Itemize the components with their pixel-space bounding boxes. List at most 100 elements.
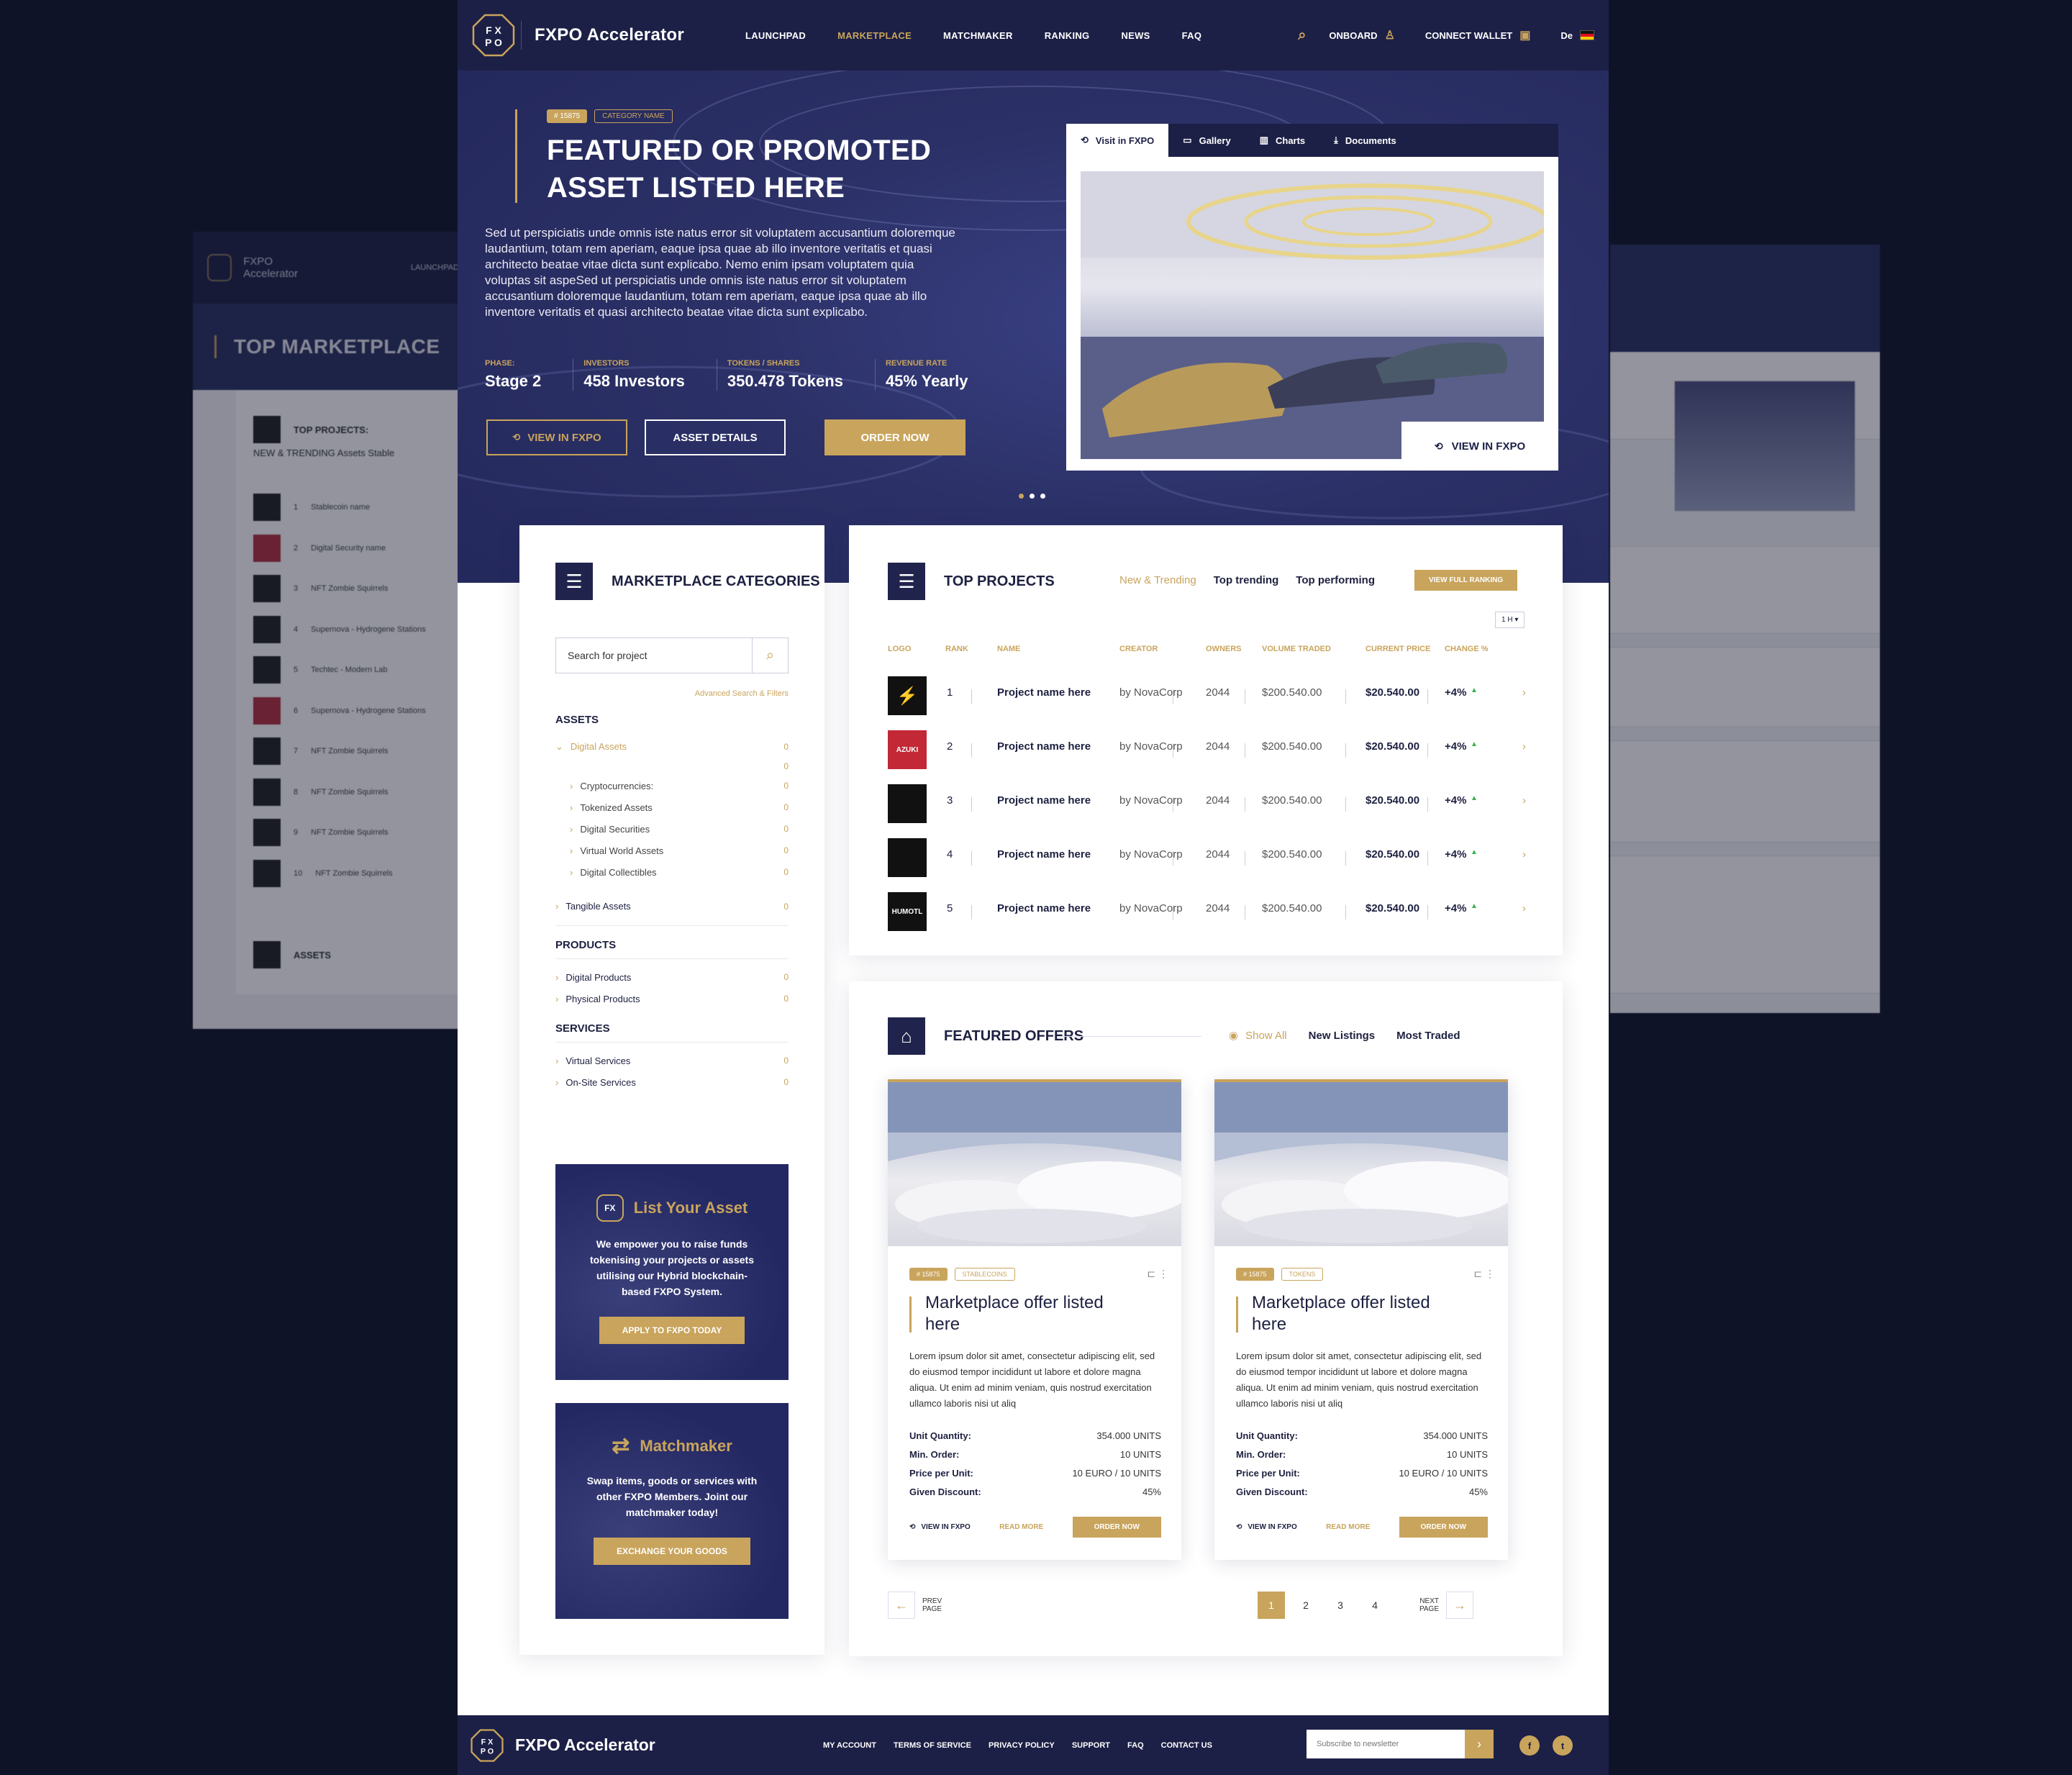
media-tab[interactable]: ▭ Gallery (1168, 124, 1245, 157)
footer-link[interactable]: TERMS OF SERVICE (894, 1741, 971, 1750)
footer-link[interactable]: CONTACT US (1161, 1741, 1212, 1750)
nav-link-news[interactable]: NEWS (1121, 30, 1150, 41)
project-search[interactable]: Search for project ⌕ (555, 637, 789, 673)
asset-details-button[interactable]: ASSET DETAILS (645, 419, 786, 455)
newsletter-input[interactable]: Subscribe to newsletter (1317, 1740, 1399, 1748)
table-row[interactable]: 3 Project name here by NovaCorp 2044 $200.54… (849, 778, 1563, 832)
onboard-link[interactable]: ONBOARD ♙ (1329, 28, 1395, 42)
search-icon[interactable]: ⌕ (1298, 27, 1306, 44)
tab-top-trending[interactable]: Top trending (1214, 574, 1279, 586)
subcategory-item[interactable]: › Digital Securities 0 (555, 818, 789, 840)
category-tangible-assets[interactable]: › Tangible Assets 0 (555, 894, 789, 926)
exchange-goods-button[interactable]: EXCHANGE YOUR GOODS (594, 1538, 750, 1565)
subcategory-item[interactable]: › Digital Collectibles 0 (555, 861, 789, 883)
subcategory-item[interactable]: › Virtual World Assets 0 (555, 840, 789, 861)
preview-logo (253, 494, 281, 522)
category-item[interactable]: › Physical Products 0 (555, 988, 789, 1009)
subcategory-item[interactable]: › Cryptocurrencies: 0 (555, 775, 789, 796)
footer-brand[interactable]: F X P O FXPO Accelerator (471, 1728, 823, 1762)
main-menu: LAUNCHPAD MARKETPLACE MATCHMAKER RANKING NEW… (745, 30, 1233, 41)
category-item[interactable]: › On-Site Services 0 (555, 1071, 789, 1093)
arrow-right-icon[interactable]: → (1446, 1592, 1473, 1619)
read-more-link[interactable]: READ MORE (1326, 1523, 1370, 1531)
view-in-fxpo-link[interactable]: ⟲ VIEW IN FXPO (1236, 1523, 1297, 1531)
show-all-link[interactable]: ◉ Show All (1229, 1029, 1287, 1043)
view-in-fxpo-link[interactable]: ⟲ VIEW IN FXPO (909, 1523, 971, 1531)
nav-link-launchpad[interactable]: LAUNCHPAD (745, 30, 806, 41)
nav-link-matchmaker[interactable]: MATCHMAKER (943, 30, 1013, 41)
search-icon[interactable]: ⌕ (752, 638, 788, 673)
category-digital-assets[interactable]: ⌄ Digital Assets 0 (555, 736, 789, 758)
category-tag[interactable]: CATEGORY NAME (594, 109, 673, 123)
nav-link-marketplace[interactable]: MARKETPLACE (837, 30, 912, 41)
current-price: $20.540.00 (1366, 902, 1420, 914)
hero-stats: PHASE: Stage 2 INVESTORS 458 Investors TOKEN… (485, 359, 976, 391)
footer-link[interactable]: FAQ (1127, 1741, 1144, 1750)
read-more-link[interactable]: READ MORE (999, 1523, 1043, 1531)
page-4[interactable]: 4 (1361, 1592, 1389, 1619)
media-tab[interactable]: ⤓ Documents (1319, 124, 1411, 157)
arrow-right-icon[interactable]: › (1465, 1730, 1494, 1758)
media-tab[interactable]: ▥ Charts (1245, 124, 1319, 157)
category-tag[interactable]: TOKENS (1281, 1268, 1324, 1281)
order-now-button[interactable]: ORDER NOW (1399, 1517, 1488, 1538)
asset-showroom-image[interactable] (1081, 171, 1544, 459)
page-1[interactable]: 1 (1258, 1592, 1285, 1619)
tab-new-trending[interactable]: New & Trending (1119, 574, 1196, 586)
table-row[interactable]: AZUKI 2 Project name here by NovaCorp 2044 $2… (849, 725, 1563, 778)
order-now-button[interactable]: ORDER NOW (824, 419, 965, 455)
bookmark-icon[interactable]: ⊏ ⋮ (1147, 1268, 1168, 1280)
footer-link[interactable]: SUPPORT (1072, 1741, 1110, 1750)
page-2[interactable]: 2 (1292, 1592, 1319, 1619)
facebook-icon[interactable]: f (1519, 1735, 1540, 1756)
twitter-icon[interactable]: t (1553, 1735, 1573, 1756)
prev-page[interactable]: ← PREV PAGE (888, 1592, 944, 1619)
carousel-dot[interactable] (1019, 494, 1024, 499)
subcategory: › Cryptocurrencies: (570, 781, 653, 791)
language-selector[interactable]: De (1560, 30, 1594, 41)
timeframe-select[interactable]: 1 H ▾ (1495, 612, 1525, 628)
change-percent: +4% (1445, 902, 1467, 914)
view-in-fxpo-cta[interactable]: ⟲ VIEW IN FXPO (1401, 422, 1558, 471)
subcategory-item[interactable]: › Tokenized Assets 0 (555, 796, 789, 818)
tab-most-traded[interactable]: Most Traded (1396, 1030, 1460, 1042)
owners: 2044 (1206, 740, 1230, 753)
next-page[interactable]: NEXT PAGE → (1417, 1592, 1473, 1619)
offer-image[interactable] (888, 1079, 1181, 1246)
view-full-ranking-button[interactable]: VIEW FULL RANKING (1414, 570, 1518, 591)
show-all-label: Show All (1245, 1029, 1287, 1042)
preview-logo (253, 737, 281, 766)
tab-top-performing[interactable]: Top performing (1296, 574, 1375, 586)
preview-rank: 7 (294, 747, 299, 756)
media-tab[interactable]: ⟲ Visit in FXPO (1066, 124, 1169, 157)
svg-text:F X: F X (486, 24, 501, 36)
volume-traded: $200.540.00 (1262, 848, 1322, 861)
advanced-search-link[interactable]: Advanced Search & Filters (519, 689, 789, 698)
nav-link-ranking[interactable]: RANKING (1045, 30, 1090, 41)
order-now-button[interactable]: ORDER NOW (1072, 1517, 1161, 1538)
apply-to-fxpo-button[interactable]: APPLY TO FXPO TODAY (599, 1317, 745, 1344)
table-row[interactable]: HUMOTL 5 Project name here by NovaCorp 2044 $… (849, 886, 1563, 940)
carousel-dot[interactable] (1040, 494, 1045, 499)
brand[interactable]: F X P O FXPO Accelerator (472, 14, 745, 57)
table-row[interactable]: ⚡ 1 Project name here by NovaCorp 2044 $200.5… (849, 671, 1563, 724)
view-in-fxpo-button[interactable]: ⟲ VIEW IN FXPO (486, 419, 627, 455)
category-item[interactable]: › Virtual Services 0 (555, 1050, 789, 1071)
category-item[interactable]: › Digital Products 0 (555, 966, 789, 988)
page-3[interactable]: 3 (1327, 1592, 1354, 1619)
bookmark-icon[interactable]: ⊏ ⋮ (1473, 1268, 1495, 1280)
tab-new-listings[interactable]: New Listings (1309, 1030, 1376, 1042)
nav-link-faq[interactable]: FAQ (1182, 30, 1202, 41)
offer-image[interactable] (1214, 1079, 1508, 1246)
connect-wallet-link[interactable]: CONNECT WALLET ▣ (1425, 28, 1530, 42)
table-row[interactable]: 4 Project name here by NovaCorp 2044 $200.54… (849, 832, 1563, 886)
carousel-dot[interactable] (1030, 494, 1035, 499)
preview-rank: 1 (294, 503, 299, 512)
search-input[interactable]: Search for project (568, 650, 648, 661)
category-tag[interactable]: STABLECOINS (954, 1268, 1015, 1281)
footer-link[interactable]: MY ACCOUNT (823, 1741, 876, 1750)
footer-link[interactable]: PRIVACY POLICY (989, 1741, 1055, 1750)
arrow-left-icon[interactable]: ← (888, 1592, 915, 1619)
column-header: LOGO (888, 645, 912, 653)
preview-rank: 8 (294, 787, 299, 796)
